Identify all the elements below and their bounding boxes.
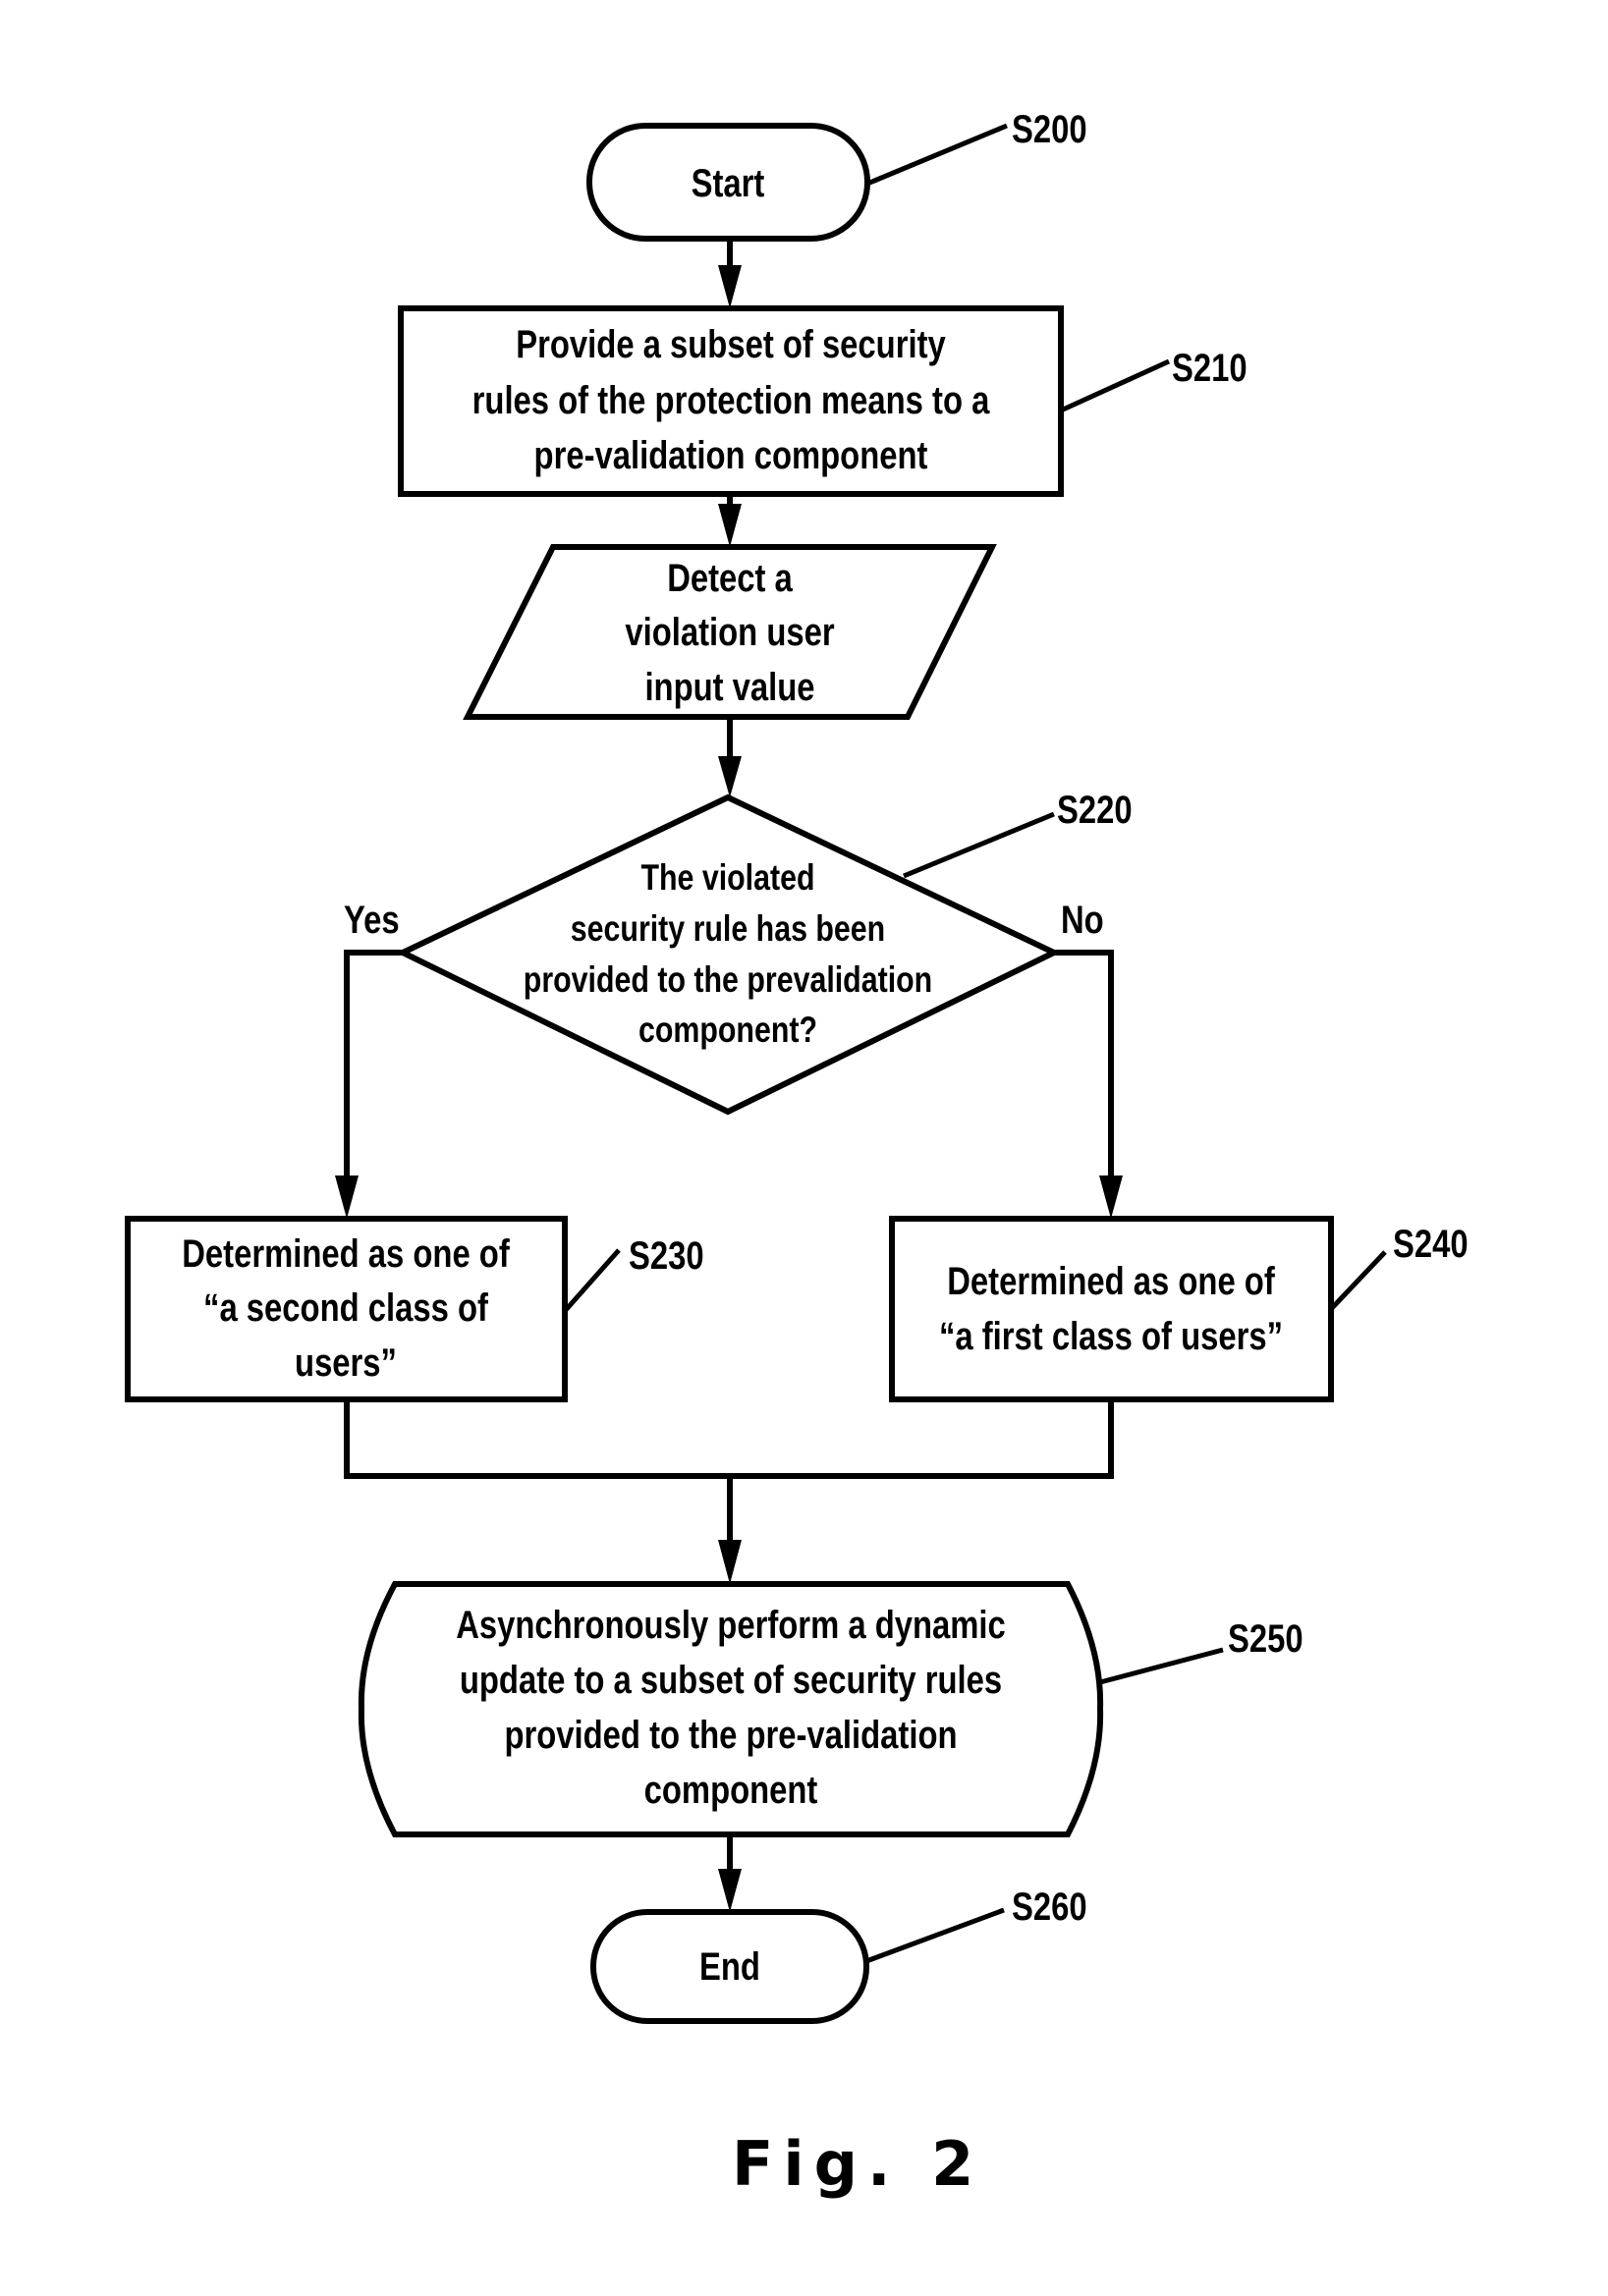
arrowhead-icon <box>718 1869 742 1912</box>
end-node: End <box>590 1909 869 2024</box>
second-class-node: Determined as one of “a second class of … <box>125 1216 568 1402</box>
detect-node: Detect a violation user input value <box>463 544 997 720</box>
provide-text-line: Provide a subset of security <box>516 323 946 366</box>
first-class-process-box <box>889 1216 1334 1402</box>
update-node: Asynchronously perform a dynamic update … <box>358 1581 1104 1837</box>
step-label-s220: S220 <box>1057 789 1133 832</box>
connector-merge <box>344 1399 1114 1479</box>
start-text: Start <box>692 162 765 205</box>
update-text-line: update to a subset of security rules <box>460 1659 1002 1702</box>
second-class-text-line: users” <box>295 1341 397 1385</box>
provide-node: Provide a subset of security rules of th… <box>398 305 1064 497</box>
connector-yes-branch <box>344 950 403 1196</box>
leader-s220 <box>903 811 1055 879</box>
start-node: Start <box>586 123 870 242</box>
detect-text-line: violation user <box>625 611 834 654</box>
arrowhead-icon <box>335 1175 359 1219</box>
step-label-s260: S260 <box>1012 1886 1087 1929</box>
decision-diamond <box>396 793 1061 1116</box>
decision-text-line: component? <box>638 1010 817 1050</box>
arrowhead-icon <box>718 265 742 308</box>
figure-caption: Fig. 2 <box>732 2128 983 2200</box>
arrowhead-icon <box>718 1540 742 1584</box>
leader-s230 <box>563 1248 621 1313</box>
flowchart: Start S200 Provide a subset of security … <box>125 108 1469 2200</box>
provide-text-line: pre-validation component <box>534 434 928 477</box>
decision-text-line: provided to the prevalidation <box>524 959 932 1000</box>
first-class-node: Determined as one of “a first class of u… <box>889 1216 1334 1402</box>
step-label-s230: S230 <box>629 1234 704 1278</box>
leader-s260 <box>865 1907 1005 1964</box>
provide-text-line: rules of the protection means to a <box>472 379 990 422</box>
update-text-line: Asynchronously perform a dynamic <box>456 1604 1006 1647</box>
leader-s240 <box>1329 1250 1387 1311</box>
update-text-line: provided to the pre-validation <box>504 1714 957 1757</box>
step-label-s250: S250 <box>1228 1617 1303 1661</box>
decision-node: The violated security rule has been prov… <box>396 793 1061 1116</box>
leader-s210 <box>1059 358 1171 413</box>
step-label-s210: S210 <box>1172 347 1248 390</box>
leader-s200 <box>866 123 1008 187</box>
leader-s250 <box>1099 1647 1224 1685</box>
first-class-text-line: Determined as one of <box>947 1260 1275 1303</box>
first-class-text-line: “a first class of users” <box>939 1315 1283 1358</box>
end-text: End <box>699 1945 760 1989</box>
detect-text-line: Detect a <box>667 557 793 600</box>
step-label-s240: S240 <box>1393 1223 1469 1266</box>
decision-text-line: The violated <box>641 857 815 898</box>
update-text-line: component <box>644 1769 818 1812</box>
arrowhead-icon <box>1099 1175 1123 1219</box>
connector-no-branch <box>1054 950 1114 1196</box>
arrowhead-icon <box>718 756 742 797</box>
decision-text-line: security rule has been <box>571 908 885 949</box>
detect-text-line: input value <box>644 666 814 709</box>
branch-label-yes: Yes <box>344 899 400 942</box>
arrowhead-icon <box>718 504 742 547</box>
step-label-s200: S200 <box>1012 108 1087 151</box>
second-class-text-line: Determined as one of <box>182 1232 510 1276</box>
branch-label-no: No <box>1061 899 1104 942</box>
second-class-text-line: “a second class of <box>203 1286 488 1330</box>
